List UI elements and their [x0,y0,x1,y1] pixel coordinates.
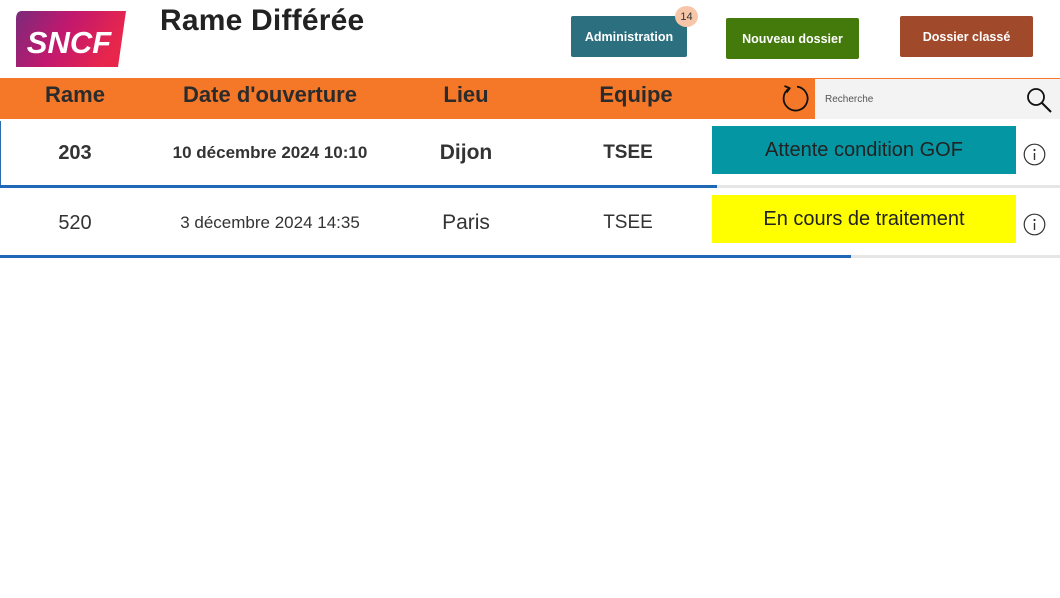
sncf-logo: SNCF [16,11,126,67]
cell-date: 10 décembre 2024 10:10 [172,143,368,162]
progress-bar [0,185,717,188]
cell-date: 3 décembre 2024 14:35 [180,213,360,232]
column-header-lieu: Lieu [443,82,489,107]
column-header-equipe: Equipe [599,82,673,107]
archived-folder-button[interactable]: Dossier classé [900,16,1033,57]
new-folder-button[interactable]: Nouveau dossier [726,18,859,59]
cell-rame: 520 [58,212,92,234]
info-icon[interactable] [1023,143,1046,166]
progress-bar [0,255,851,258]
cell-lieu: Paris [442,211,490,234]
cell-rame: 203 [58,142,92,164]
column-header-date: Date d'ouverture [183,82,357,107]
cell-lieu: Dijon [439,141,493,164]
status-badge: En cours de traitement [712,195,1016,243]
row-selection-edge [0,121,1,185]
administration-button[interactable]: Administration [571,16,687,57]
cell-equipe: TSEE [603,142,653,163]
table-row[interactable]: 203 10 décembre 2024 10:10 Dijon TSEE At… [0,121,1060,185]
cell-equipe: TSEE [603,212,653,233]
status-badge: Attente condition GOF [712,126,1016,174]
info-icon[interactable] [1023,213,1046,236]
search-input[interactable] [815,79,1015,119]
column-header-rame: Rame [45,82,105,107]
refresh-icon[interactable] [780,83,811,114]
notification-badge: 14 [675,6,698,27]
search-icon[interactable] [1025,86,1053,114]
table-row[interactable]: 520 3 décembre 2024 14:35 Paris TSEE En … [0,191,1060,255]
svg-text:SNCF: SNCF [27,25,112,60]
page-title: Rame Différée [160,4,365,37]
